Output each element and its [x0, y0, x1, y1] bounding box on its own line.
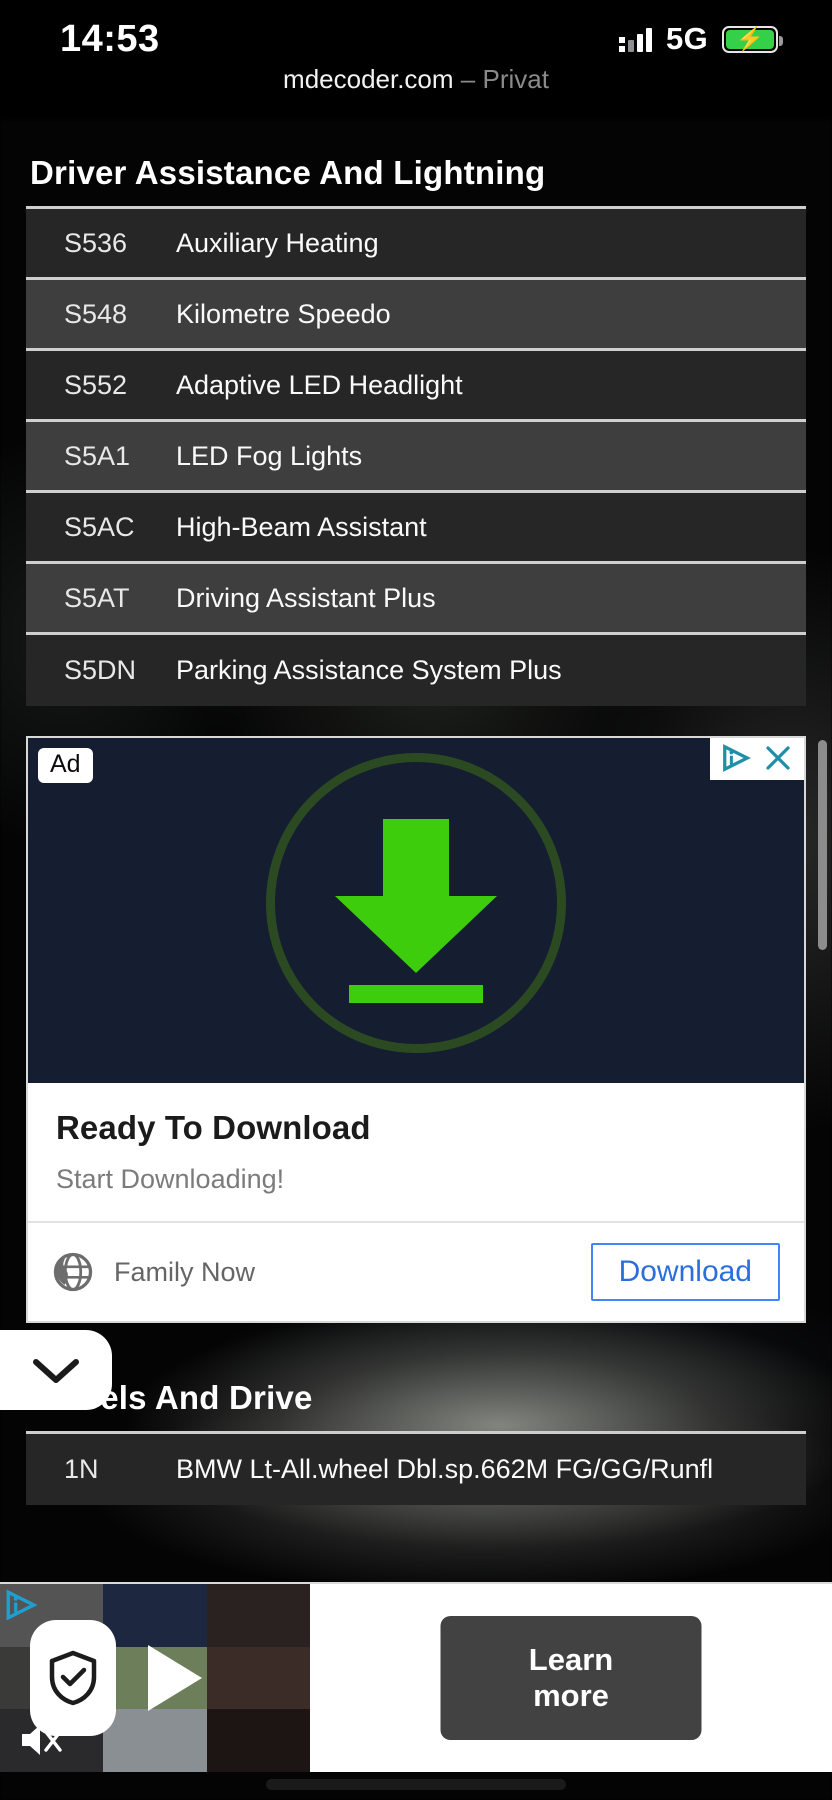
option-code: S536	[64, 227, 128, 258]
sticky-ad-body: Learn more	[310, 1584, 832, 1772]
option-description: Parking Assistance System Plus	[176, 655, 562, 685]
shield-check-icon	[49, 1650, 97, 1706]
ad-badge: Ad	[38, 748, 93, 783]
table-row[interactable]: 1N BMW Lt-All.wheel Dbl.sp.662M FG/GG/Ru…	[26, 1434, 806, 1505]
mute-icon[interactable]	[16, 1718, 64, 1762]
phone-screen: 14:53 5G ⚡ mdecoder.com – Privat Driver …	[0, 0, 832, 1800]
option-code: S5AT	[64, 582, 130, 613]
ad-advertiser: Family Now	[52, 1251, 591, 1293]
table-row[interactable]: S5A1 LED Fog Lights	[26, 422, 806, 493]
status-clock: 14:53	[60, 17, 160, 60]
close-icon[interactable]	[763, 743, 793, 773]
option-code: S5A1	[64, 440, 131, 471]
home-indicator[interactable]	[266, 1779, 566, 1790]
ad-text-block: Ready To Download Start Downloading!	[28, 1083, 804, 1223]
ad-footer: Family Now Download	[28, 1223, 804, 1321]
table-row[interactable]: S548 Kilometre Speedo	[26, 280, 806, 351]
option-description: Adaptive LED Headlight	[176, 369, 463, 400]
option-code: S552	[64, 369, 128, 400]
option-code: S5AC	[64, 511, 135, 542]
spec-table-wheels-drive: 1N BMW Lt-All.wheel Dbl.sp.662M FG/GG/Ru…	[26, 1431, 806, 1505]
page-title: Driver Assistance And Lightning	[30, 154, 546, 191]
learn-more-button[interactable]: Learn more	[440, 1616, 702, 1740]
option-description: LED Fog Lights	[176, 440, 363, 471]
adchoices-icon[interactable]	[4, 1588, 38, 1622]
video-thumbnail[interactable]	[0, 1584, 310, 1772]
option-code: S5DN	[64, 655, 137, 685]
option-description: Kilometre Speedo	[176, 298, 391, 329]
network-type-label: 5G	[666, 21, 708, 56]
ad-advertiser-name: Family Now	[114, 1256, 256, 1287]
ad-headline: Ready To Download	[56, 1109, 371, 1146]
inline-advertisement[interactable]: Ad Ready To Download Start Downloading! …	[26, 736, 806, 1323]
page-content: Driver Assistance And Lightning S536 Aux…	[0, 120, 832, 1505]
adchoices-icon[interactable]	[721, 743, 751, 773]
page-scrollbar[interactable]	[818, 740, 827, 950]
battery-charging-icon: ⚡	[722, 25, 783, 53]
option-description: Driving Assistant Plus	[176, 582, 436, 613]
spec-table-driver-assistance: S536 Auxiliary Heating S548 Kilometre Sp…	[26, 206, 806, 706]
option-description: Auxiliary Heating	[176, 227, 379, 258]
table-row[interactable]: S5AT Driving Assistant Plus	[26, 564, 806, 635]
download-button[interactable]: Download	[590, 1243, 780, 1301]
collapse-toggle-button[interactable]	[0, 1330, 112, 1410]
ad-controls[interactable]	[710, 738, 804, 780]
signal-bars-icon	[619, 26, 653, 52]
sticky-video-advertisement[interactable]: Learn more	[0, 1582, 832, 1772]
option-code: 1N	[64, 1454, 99, 1484]
option-description: BMW Lt-All.wheel Dbl.sp.662M FG/GG/Runfl	[176, 1454, 714, 1484]
section-title-wheels: Wheels And Drive	[30, 1379, 313, 1416]
table-row[interactable]: S552 Adaptive LED Headlight	[26, 351, 806, 422]
ad-creative[interactable]: Ad	[28, 738, 804, 1083]
private-mode-label: – Privat	[460, 64, 549, 94]
browser-url-bar[interactable]: mdecoder.com – Privat	[0, 64, 832, 95]
option-code: S548	[64, 298, 128, 329]
option-description: High-Beam Assistant	[176, 511, 427, 542]
play-icon[interactable]	[142, 1641, 206, 1715]
status-indicators: 5G ⚡	[619, 21, 783, 57]
ad-subtext: Start Downloading!	[56, 1164, 285, 1194]
chevron-down-icon	[33, 1359, 79, 1383]
url-host: mdecoder.com	[283, 64, 454, 94]
globe-icon	[53, 1252, 93, 1292]
table-row[interactable]: S5DN Parking Assistance System Plus	[26, 635, 806, 706]
table-row[interactable]: S5AC High-Beam Assistant	[26, 493, 806, 564]
download-arrow-icon	[335, 819, 497, 1003]
table-row[interactable]: S536 Auxiliary Heating	[26, 209, 806, 280]
